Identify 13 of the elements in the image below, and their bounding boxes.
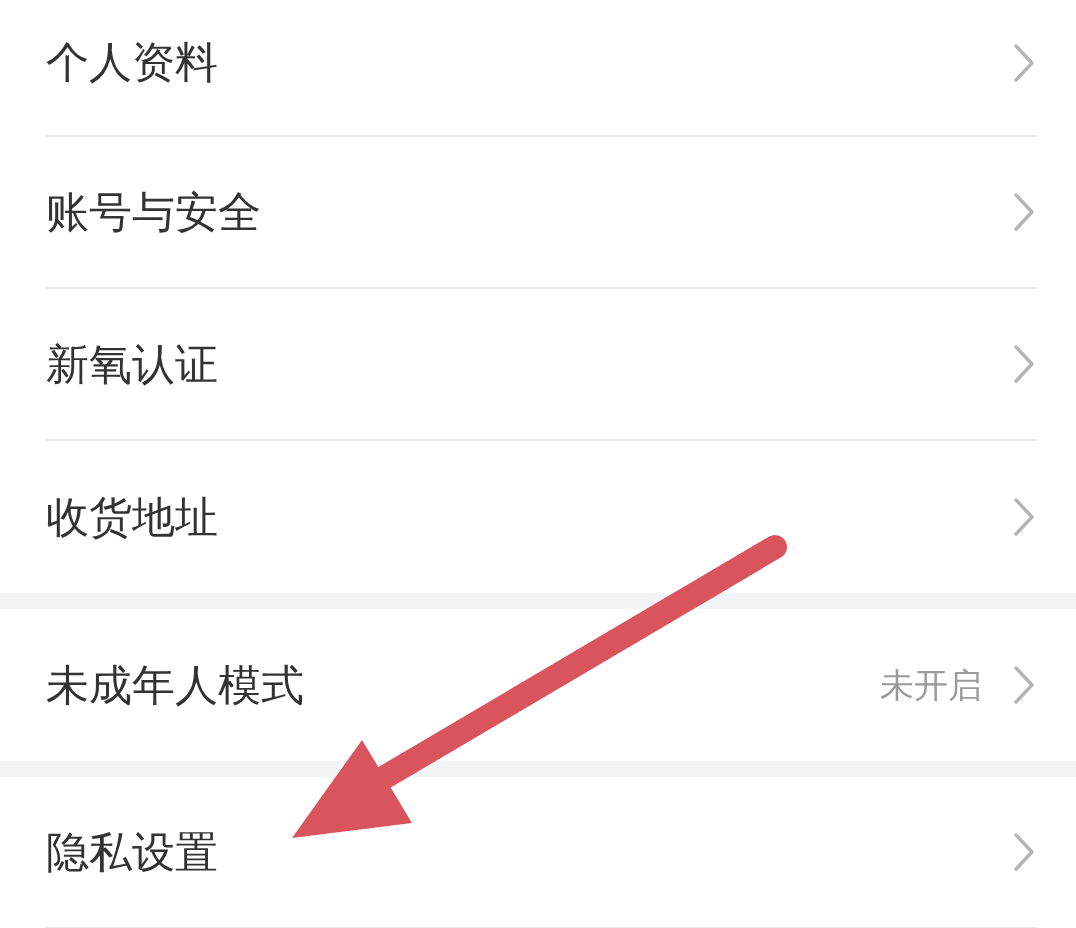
status-value: 未开启	[880, 668, 982, 702]
settings-item-label[interactable]: 未成年人模式	[46, 663, 304, 707]
chevron-right-icon	[1014, 345, 1034, 383]
settings-item-label[interactable]: 新氧认证	[46, 342, 218, 386]
settings-item-label[interactable]: 个人资料	[46, 41, 218, 84]
chevron-right-icon	[1014, 666, 1034, 704]
settings-item-label[interactable]: 隐私设置	[46, 830, 218, 874]
chevron-right-icon	[1014, 193, 1034, 231]
settings-item-label[interactable]: 收货地址	[46, 495, 218, 539]
chevron-right-icon	[1014, 833, 1034, 871]
chevron-right-icon	[1014, 498, 1034, 536]
settings-item-label[interactable]: 账号与安全	[46, 190, 261, 234]
chevron-right-icon	[1014, 43, 1034, 82]
